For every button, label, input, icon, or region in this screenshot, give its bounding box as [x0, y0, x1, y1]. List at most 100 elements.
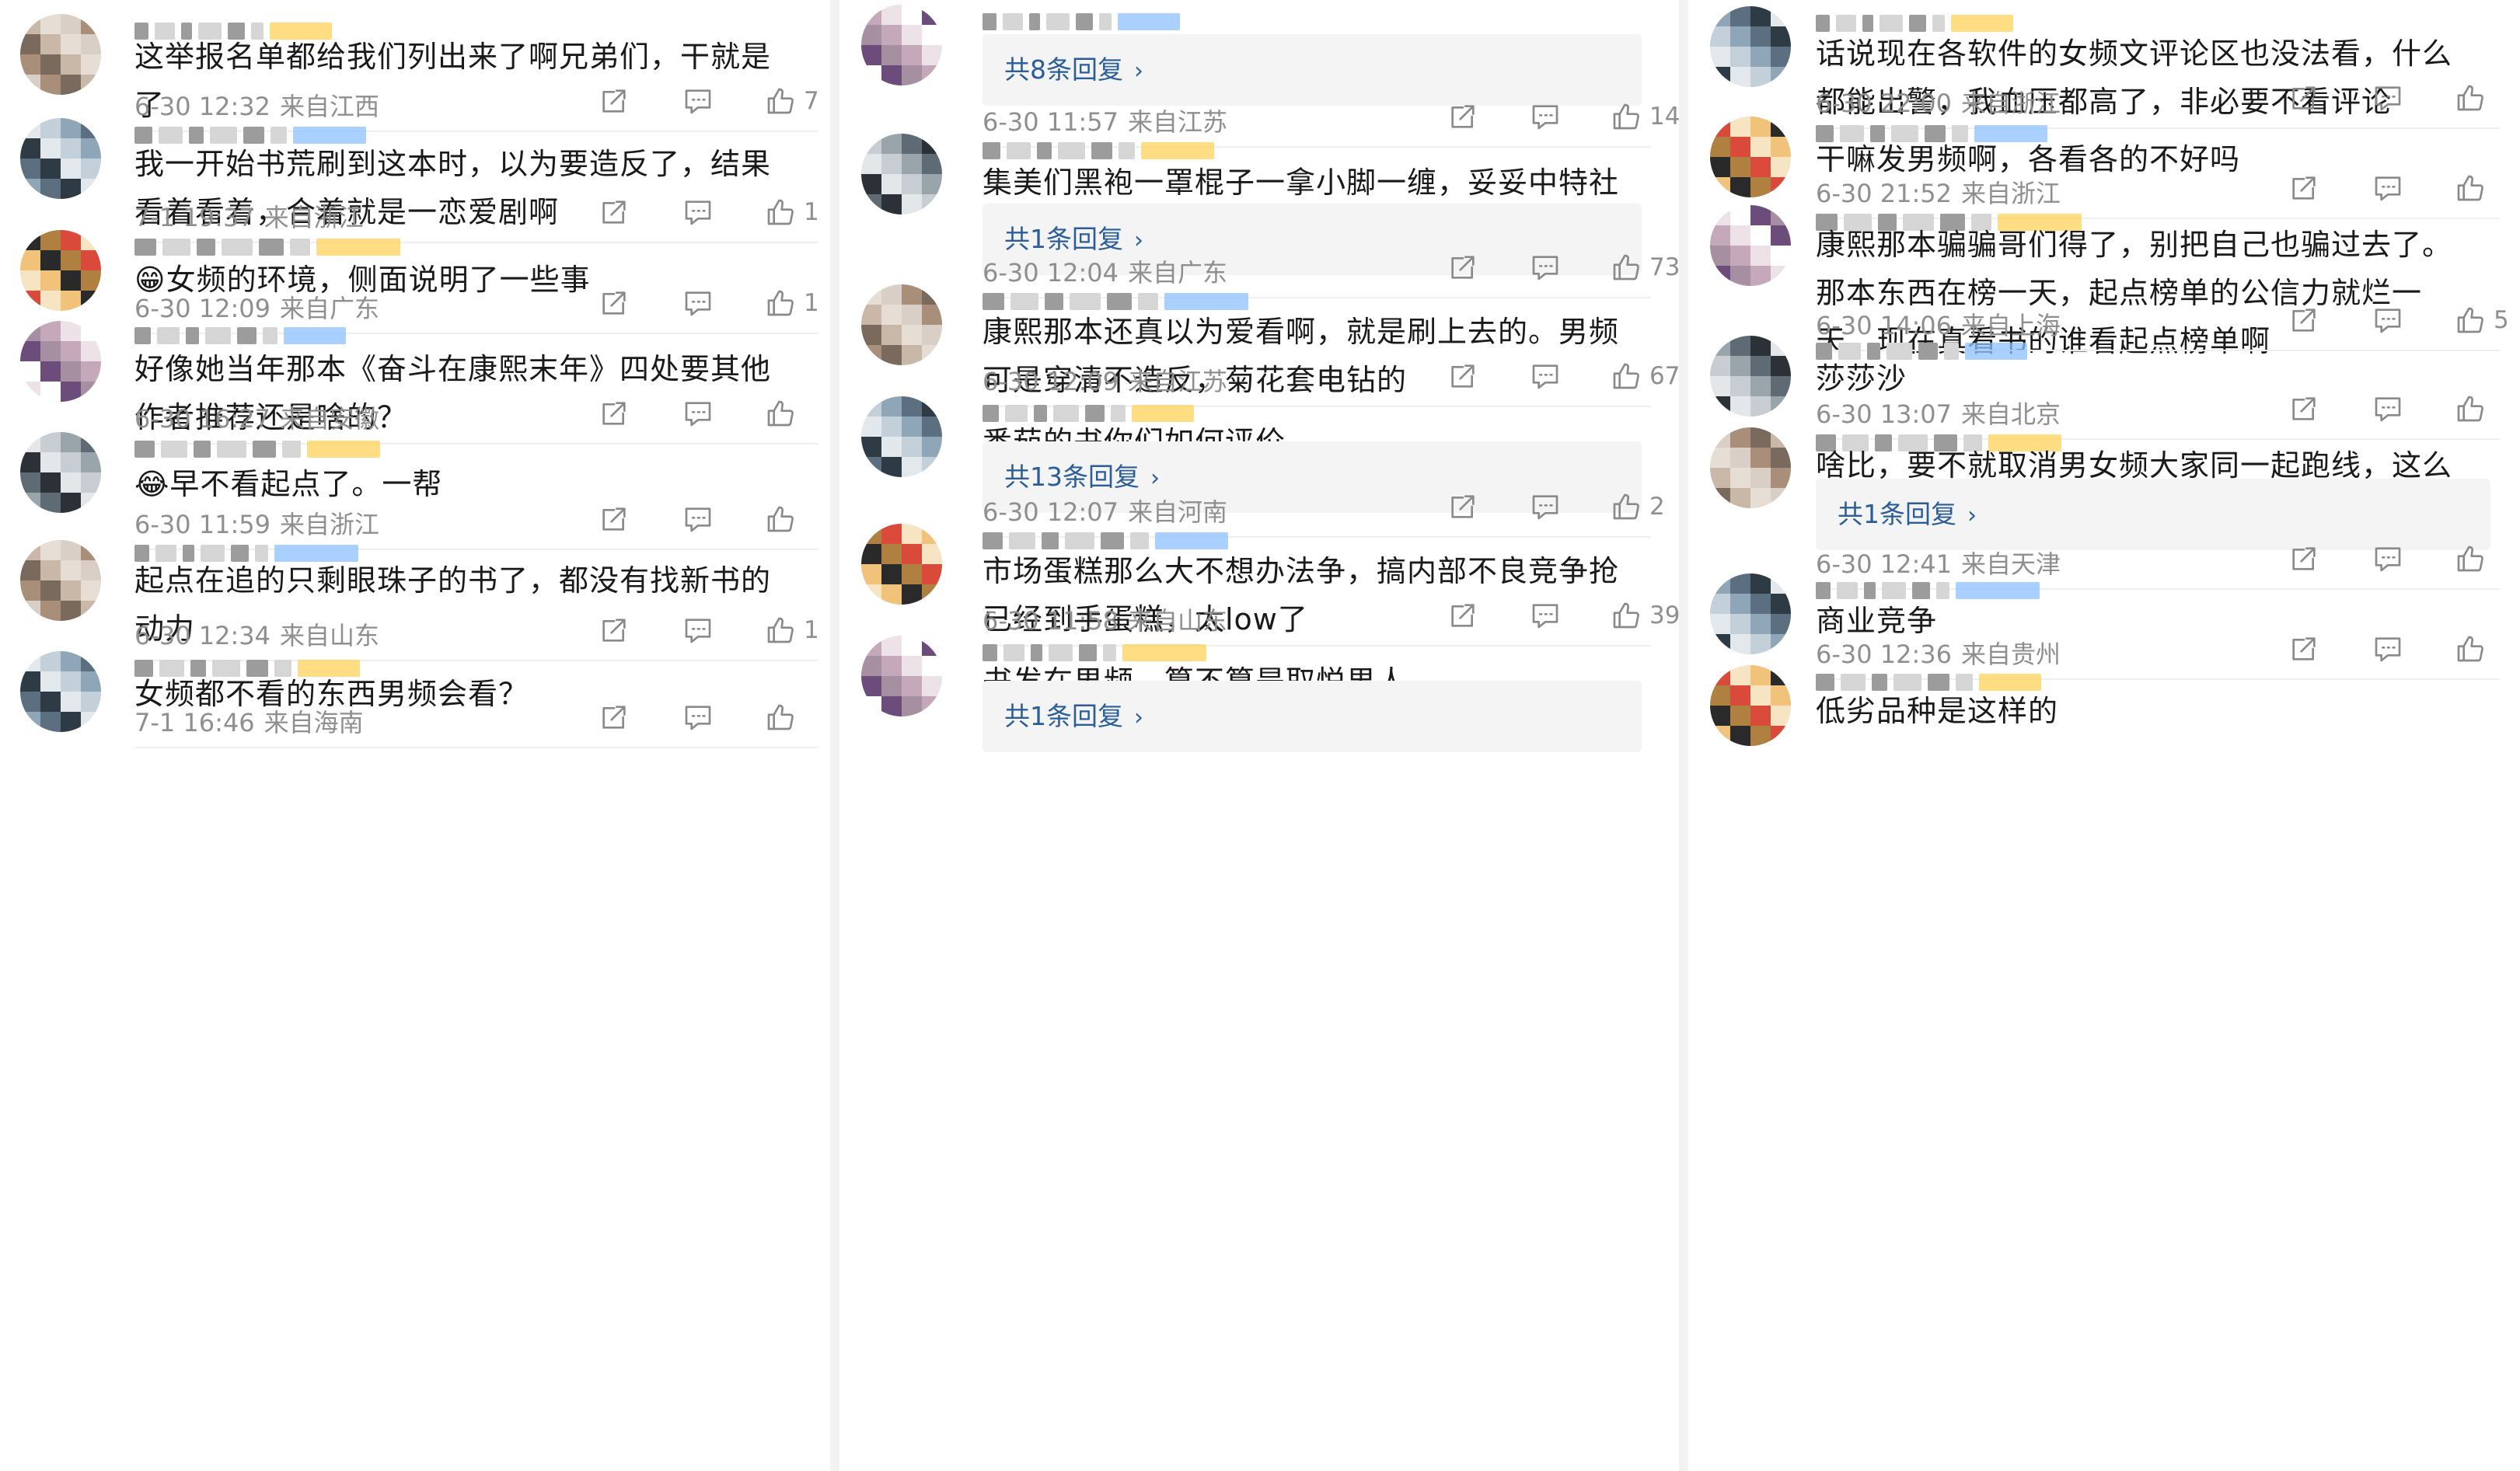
reply-button[interactable] — [2372, 393, 2403, 424]
reply-button[interactable] — [682, 702, 714, 733]
reply-button[interactable] — [1530, 600, 1561, 631]
comment-text-line: 康熙那本骗骗哥们得了，别把自己也骗过去了。 — [1816, 228, 2453, 262]
share-button[interactable] — [1447, 252, 1478, 283]
view-replies-button[interactable]: 共1条回复 › — [983, 681, 1642, 752]
like-button[interactable]: 1 — [765, 197, 819, 228]
share-button[interactable] — [599, 288, 630, 319]
reply-button[interactable] — [2372, 82, 2403, 113]
like-button[interactable]: 1 — [765, 615, 819, 646]
like-button[interactable]: 149 — [1611, 101, 1679, 132]
share-icon — [2288, 82, 2319, 113]
like-button[interactable]: 67 — [1611, 361, 1679, 392]
share-button[interactable] — [2288, 543, 2319, 574]
avatar[interactable] — [861, 524, 942, 605]
comment-column-2: 女频也往男频发那还分频干什么…共8条回复›6-30 11:57来自江苏149集美… — [841, 0, 1679, 1471]
share-button[interactable] — [2288, 305, 2319, 336]
comment-location: 来自浙江 — [280, 510, 380, 539]
username-redacted[interactable] — [134, 440, 380, 458]
comment-icon — [1530, 361, 1561, 392]
reply-button[interactable] — [2372, 305, 2403, 336]
reply-count-label: 共1条回复 — [1838, 499, 1956, 529]
share-button[interactable] — [599, 85, 630, 117]
avatar[interactable] — [861, 134, 942, 214]
avatar[interactable] — [1710, 427, 1791, 508]
avatar[interactable] — [20, 432, 101, 513]
share-button[interactable] — [599, 398, 630, 429]
share-button[interactable] — [1447, 101, 1478, 132]
like-button[interactable] — [765, 398, 796, 429]
avatar[interactable] — [20, 230, 101, 311]
avatar[interactable] — [1710, 117, 1791, 197]
username-redacted[interactable] — [983, 141, 1214, 160]
like-button[interactable]: 1 — [765, 288, 819, 319]
reply-button[interactable] — [682, 85, 714, 117]
share-button[interactable] — [599, 504, 630, 535]
share-button[interactable] — [599, 197, 630, 228]
like-button[interactable] — [2455, 633, 2486, 664]
like-button[interactable] — [2455, 393, 2486, 424]
reply-button[interactable] — [1530, 491, 1561, 522]
like-button[interactable]: 2 — [1611, 491, 1665, 522]
like-button[interactable]: 73 — [1611, 252, 1679, 283]
view-replies-button[interactable]: 共1条回复 › — [1816, 479, 2490, 550]
reply-button[interactable] — [682, 197, 714, 228]
thumbs-up-icon — [765, 288, 796, 319]
share-icon — [1447, 101, 1478, 132]
comment-icon — [2372, 633, 2403, 664]
avatar[interactable] — [1710, 205, 1791, 286]
avatar[interactable] — [861, 636, 942, 716]
reply-button[interactable] — [2372, 633, 2403, 664]
comment-text-line: 市场蛋糕那么大不想办法争，搞内部不良竞争抢 — [983, 554, 1620, 588]
avatar[interactable] — [861, 396, 942, 477]
like-button[interactable] — [765, 504, 796, 535]
avatar[interactable] — [20, 540, 101, 621]
share-button[interactable] — [2288, 82, 2319, 113]
comment-date: 6-30 12:41 — [1816, 549, 1953, 579]
share-button[interactable] — [1447, 491, 1478, 522]
reply-button[interactable] — [682, 288, 714, 319]
share-icon — [2288, 633, 2319, 664]
like-button[interactable] — [2455, 82, 2486, 113]
share-button[interactable] — [2288, 633, 2319, 664]
share-icon — [2288, 305, 2319, 336]
share-button[interactable] — [1447, 600, 1478, 631]
reply-button[interactable] — [682, 615, 714, 646]
avatar[interactable] — [20, 321, 101, 402]
avatar[interactable] — [1710, 665, 1791, 746]
username-redacted[interactable] — [983, 12, 1180, 31]
like-button[interactable] — [2455, 543, 2486, 574]
username-redacted[interactable] — [134, 238, 400, 256]
share-button[interactable] — [599, 702, 630, 733]
share-button[interactable] — [2288, 393, 2319, 424]
share-button[interactable] — [1447, 361, 1478, 392]
share-button[interactable] — [2288, 173, 2319, 204]
comment-icon — [1530, 491, 1561, 522]
like-button[interactable]: 39 — [1611, 600, 1679, 631]
avatar[interactable] — [20, 118, 101, 199]
reply-button[interactable] — [2372, 173, 2403, 204]
like-button[interactable]: 5 — [2455, 305, 2509, 336]
avatar[interactable] — [20, 651, 101, 732]
like-button[interactable]: 7 — [765, 85, 819, 117]
avatar[interactable] — [861, 284, 942, 365]
reply-button[interactable] — [682, 504, 714, 535]
like-button[interactable] — [2455, 173, 2486, 204]
user-level-badge — [1141, 142, 1214, 159]
comment-location: 来自天津 — [1961, 549, 2061, 579]
share-button[interactable] — [599, 615, 630, 646]
username-redacted[interactable] — [134, 326, 346, 345]
reply-button[interactable] — [682, 398, 714, 429]
avatar[interactable] — [1710, 573, 1791, 654]
reply-button[interactable] — [2372, 543, 2403, 574]
avatar[interactable] — [1710, 336, 1791, 417]
reply-button[interactable] — [1530, 361, 1561, 392]
comment-icon — [1530, 101, 1561, 132]
avatar[interactable] — [861, 5, 942, 85]
avatar[interactable] — [1710, 6, 1791, 87]
avatar[interactable] — [20, 14, 101, 95]
reply-button[interactable] — [1530, 101, 1561, 132]
like-button[interactable] — [765, 702, 796, 733]
view-replies-button[interactable]: 共8条回复 › — [983, 34, 1642, 106]
like-count: 73 — [1649, 253, 1679, 281]
reply-button[interactable] — [1530, 252, 1561, 283]
